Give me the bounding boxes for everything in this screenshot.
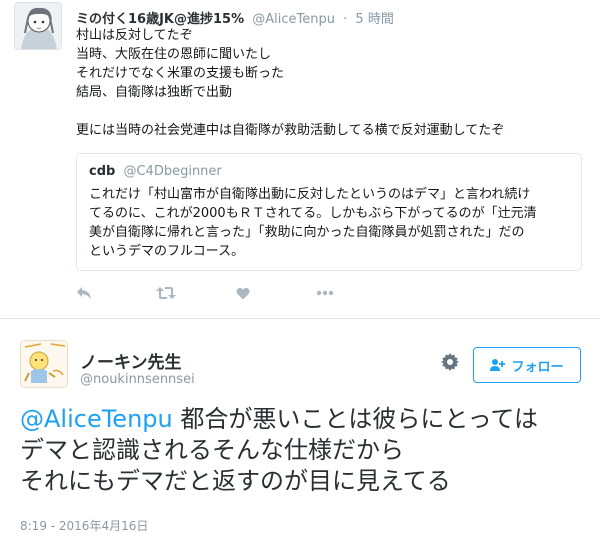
follow-user-icon <box>490 358 506 372</box>
separator-dot: · <box>343 12 348 27</box>
quoted-line: 美が自衛隊に帰れと言った」「救助に向かった自衛隊員が処罰された」だの <box>89 225 525 240</box>
settings-button[interactable] <box>438 352 462 376</box>
more-icon <box>316 290 334 296</box>
quoted-author-handle: @C4Dbeginner <box>123 164 222 179</box>
author-handle[interactable]: @AliceTenpu <box>252 12 335 27</box>
avatar[interactable] <box>14 2 62 50</box>
retweet-button[interactable] <box>156 283 236 303</box>
tweet-time[interactable]: 5 時間 <box>355 12 393 27</box>
author-handle[interactable]: @noukinnsennsei <box>80 372 195 387</box>
more-button[interactable] <box>316 283 396 303</box>
follow-button[interactable]: フォロー <box>473 347 581 383</box>
tweet-header: ミの付く16歳JK@進捗15% @AliceTenpu · 5 時間 <box>76 8 394 27</box>
tweet-line: デマと認識されるそんな仕様だから <box>20 436 404 464</box>
tweet-line: 当時、大阪在住の恩師に聞いたし <box>76 47 272 62</box>
tweet-text: 村山は反対してたぞ 当時、大阪在住の恩師に聞いたし それだけでなく米軍の支援も断… <box>76 26 586 140</box>
mention-link[interactable]: @AliceTenpu <box>20 405 173 433</box>
tweet-line: それにもデマだと返すのが目に見えてる <box>20 467 451 495</box>
tweet-line: 更には当時の社会党連中は自衛隊が救助活動してる横で反対運動してたぞ <box>76 123 505 138</box>
tweet-text: @AliceTenpu 都合が悪いことは彼らにとっては デマと認識されるそんな仕… <box>20 404 590 497</box>
author-name[interactable]: ノーキン先生 <box>80 348 182 373</box>
quoted-line: というデマのフルコース。 <box>89 244 245 259</box>
quoted-line: これだけ「村山富市が自衛隊出動に反対したというのはデマ」と言われ続け <box>89 187 531 202</box>
tweet-line-text: 都合が悪いことは彼らにとっては <box>172 405 538 433</box>
tweet-line: 村山は反対してたぞ <box>76 28 193 43</box>
quoted-author-name: cdb <box>89 164 116 179</box>
quoted-line: てるのに、これが2000もＲＴされてる。しかもぶら下がってるのが「辻元清 <box>89 206 537 221</box>
tweet-line: それだけでなく米軍の支援も断った <box>76 66 285 81</box>
gear-icon <box>441 353 459 375</box>
tweet-line: @AliceTenpu 都合が悪いことは彼らにとっては <box>20 404 590 435</box>
retweet-icon <box>156 286 176 300</box>
avatar[interactable] <box>20 340 68 388</box>
author-name[interactable]: ミの付く16歳JK@進捗15% <box>76 12 244 27</box>
tweet-divider <box>0 318 600 319</box>
tweet-timestamp[interactable]: 8:19 - 2016年4月16日 <box>20 517 148 534</box>
reply-icon <box>76 286 92 300</box>
quoted-tweet-text: これだけ「村山富市が自衛隊出動に反対したというのはデマ」と言われ続け てるのに、… <box>89 185 569 261</box>
tweet-parent: ミの付く16歳JK@進捗15% @AliceTenpu · 5 時間 村山は反対… <box>0 0 600 318</box>
like-button[interactable] <box>236 283 316 303</box>
follow-label: フォロー <box>511 359 564 375</box>
quoted-tweet[interactable]: cdb @C4Dbeginner これだけ「村山富市が自衛隊出動に反対したという… <box>76 153 582 271</box>
like-icon <box>236 287 250 300</box>
reply-button[interactable] <box>76 283 156 303</box>
tweet-actions <box>76 283 396 303</box>
quoted-tweet-header: cdb @C4Dbeginner <box>89 164 569 179</box>
tweet-line: 結局、自衛隊は独断で出動 <box>76 85 233 100</box>
